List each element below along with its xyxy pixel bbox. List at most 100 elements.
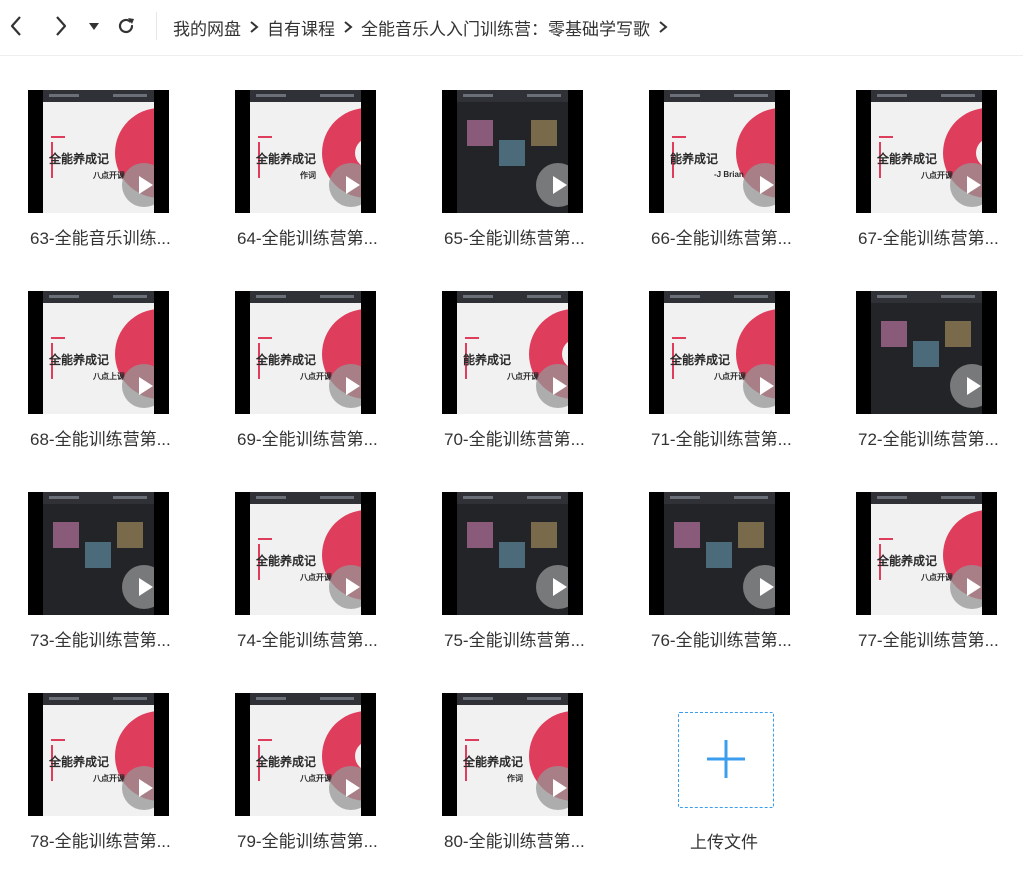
play-icon[interactable] (536, 766, 568, 810)
breadcrumb-item-folder[interactable]: 自有课程 (267, 15, 335, 40)
thumbnail-frame (457, 492, 568, 615)
thumbnail-frame (457, 90, 568, 213)
file-item[interactable]: 全能养成记 八点开课 63-全能音乐训练... (0, 56, 178, 248)
plus-icon (707, 740, 745, 778)
thumbnail-title: 全能养成记 (877, 152, 938, 166)
upload-button[interactable] (678, 712, 774, 808)
file-item[interactable]: 能养成记 -J Brian 66-全能训练营第... (621, 56, 799, 248)
video-thumbnail: 全能养成记 八点开课 (28, 90, 169, 213)
file-item[interactable]: 全能养成记 八点开课 79-全能训练营第... (207, 659, 385, 851)
breadcrumb-item-current[interactable]: 全能音乐人入门训练营：零基础学写歌 (361, 15, 650, 40)
file-item[interactable]: 76-全能训练营第... (621, 458, 799, 650)
breadcrumb: 我的网盘 自有课程 全能音乐人入门训练营：零基础学写歌 (173, 14, 676, 40)
play-icon[interactable] (329, 163, 361, 207)
chevron-right-icon (241, 20, 267, 34)
back-button[interactable] (2, 10, 30, 42)
thumbnail-subtitle: 八点开课 (93, 774, 125, 783)
thumbnail-frame: 全能养成记 八点开课 (250, 693, 361, 816)
play-icon[interactable] (329, 565, 361, 609)
file-item[interactable]: 全能养成记 作词 64-全能训练营第... (207, 56, 385, 248)
chevron-right-icon (335, 20, 361, 34)
toolbar-divider (156, 12, 157, 40)
toolbar: 我的网盘 自有课程 全能音乐人入门训练营：零基础学写歌 (0, 0, 1023, 56)
thumbnail-title: 全能养成记 (49, 755, 110, 769)
thumbnail-frame (871, 291, 982, 414)
file-name: 75-全能训练营第... (444, 631, 585, 650)
history-dropdown-button[interactable] (82, 10, 106, 42)
breadcrumb-item-root[interactable]: 我的网盘 (173, 15, 241, 40)
file-item[interactable]: 全能养成记八点上课 68-全能训练营第... (0, 257, 178, 449)
thumbnail-subtitle: 八点开课 (714, 372, 746, 381)
thumbnail-frame: 全能养成记 作词 (250, 90, 361, 213)
thumbnail-title: 全能养成记 (256, 152, 317, 166)
thumbnail-subtitle: 八点开课 (93, 171, 125, 180)
file-item[interactable]: 73-全能训练营第... (0, 458, 178, 650)
file-item[interactable]: 65-全能训练营第... (414, 56, 592, 248)
thumbnail-title: 能养成记 (670, 152, 719, 166)
thumbnail-frame: 能养成记八点开课 (457, 291, 568, 414)
video-thumbnail (442, 492, 583, 615)
thumbnail-frame: 能养成记 -J Brian (664, 90, 775, 213)
refresh-icon (118, 18, 134, 34)
video-thumbnail: 全能养成记 八点开课 (235, 291, 376, 414)
file-name: 76-全能训练营第... (651, 631, 792, 650)
thumbnail-title: 全能养成记 (463, 755, 524, 769)
file-name: 71-全能训练营第... (651, 430, 792, 449)
thumbnail-title: 全能养成记 (256, 353, 317, 367)
file-item[interactable]: 全能养成记 八点开课 69-全能训练营第... (207, 257, 385, 449)
video-thumbnail: 全能养成记 八点开课 (856, 492, 997, 615)
file-name: 74-全能训练营第... (237, 631, 378, 650)
play-icon[interactable] (122, 364, 154, 408)
file-name: 80-全能训练营第... (444, 832, 585, 851)
thumbnail-subtitle: 八点上课 (93, 372, 125, 381)
thumbnail-subtitle: 八点开课 (507, 372, 539, 381)
video-thumbnail (28, 492, 169, 615)
thumbnail-subtitle: 八点开课 (921, 573, 953, 582)
thumbnail-frame: 全能养成记 八点开课 (871, 90, 982, 213)
play-icon[interactable] (743, 364, 775, 408)
refresh-button[interactable] (112, 10, 140, 42)
video-thumbnail: 全能养成记 八点开课 (235, 693, 376, 816)
caret-down-icon (89, 23, 99, 30)
play-icon[interactable] (329, 364, 361, 408)
file-name: 70-全能训练营第... (444, 430, 585, 449)
file-item[interactable]: 全能养成记 八点开课 67-全能训练营第... (828, 56, 1006, 248)
thumbnail-title: 全能养成记 (256, 554, 317, 568)
play-icon[interactable] (536, 364, 568, 408)
file-item[interactable]: 72-全能训练营第... (828, 257, 1006, 449)
video-thumbnail: 能养成记八点开课 (442, 291, 583, 414)
video-thumbnail (442, 90, 583, 213)
file-item[interactable]: 全能养成记 八点开课 74-全能训练营第... (207, 458, 385, 650)
thumbnail-frame: 全能养成记 八点开课 (43, 90, 154, 213)
thumbnail-title: 全能养成记 (256, 755, 317, 769)
file-name: 69-全能训练营第... (237, 430, 378, 449)
file-item[interactable]: 能养成记八点开课 70-全能训练营第... (414, 257, 592, 449)
play-icon[interactable] (950, 565, 982, 609)
play-icon[interactable] (122, 163, 154, 207)
video-thumbnail: 全能养成记 八点开课 (649, 291, 790, 414)
forward-button[interactable] (47, 10, 75, 42)
file-name: 66-全能训练营第... (651, 229, 792, 248)
thumbnail-frame: 全能养成记 八点开课 (250, 291, 361, 414)
video-thumbnail: 全能养成记八点上课 (28, 291, 169, 414)
file-item[interactable]: 全能养成记 八点开课 77-全能训练营第... (828, 458, 1006, 650)
video-thumbnail: 全能养成记 作词 (442, 693, 583, 816)
file-item[interactable]: 全能养成记 八点开课 71-全能训练营第... (621, 257, 799, 449)
file-item[interactable]: 全能养成记 八点开课 78-全能训练营第... (0, 659, 178, 851)
file-item[interactable]: 全能养成记 作词 80-全能训练营第... (414, 659, 592, 851)
play-icon[interactable] (122, 766, 154, 810)
play-icon[interactable] (743, 163, 775, 207)
thumbnail-title: 能养成记 (463, 353, 512, 367)
file-name: 79-全能训练营第... (237, 832, 378, 851)
video-thumbnail (856, 291, 997, 414)
play-icon[interactable] (950, 163, 982, 207)
file-name: 68-全能训练营第... (30, 430, 171, 449)
play-icon[interactable] (329, 766, 361, 810)
file-item[interactable]: 75-全能训练营第... (414, 458, 592, 650)
thumbnail-frame: 全能养成记八点上课 (43, 291, 154, 414)
chevron-right-icon[interactable] (650, 20, 676, 34)
file-name: 67-全能训练营第... (858, 229, 999, 248)
video-thumbnail (649, 492, 790, 615)
thumbnail-title: 全能养成记 (49, 353, 110, 367)
file-name: 64-全能训练营第... (237, 229, 378, 248)
